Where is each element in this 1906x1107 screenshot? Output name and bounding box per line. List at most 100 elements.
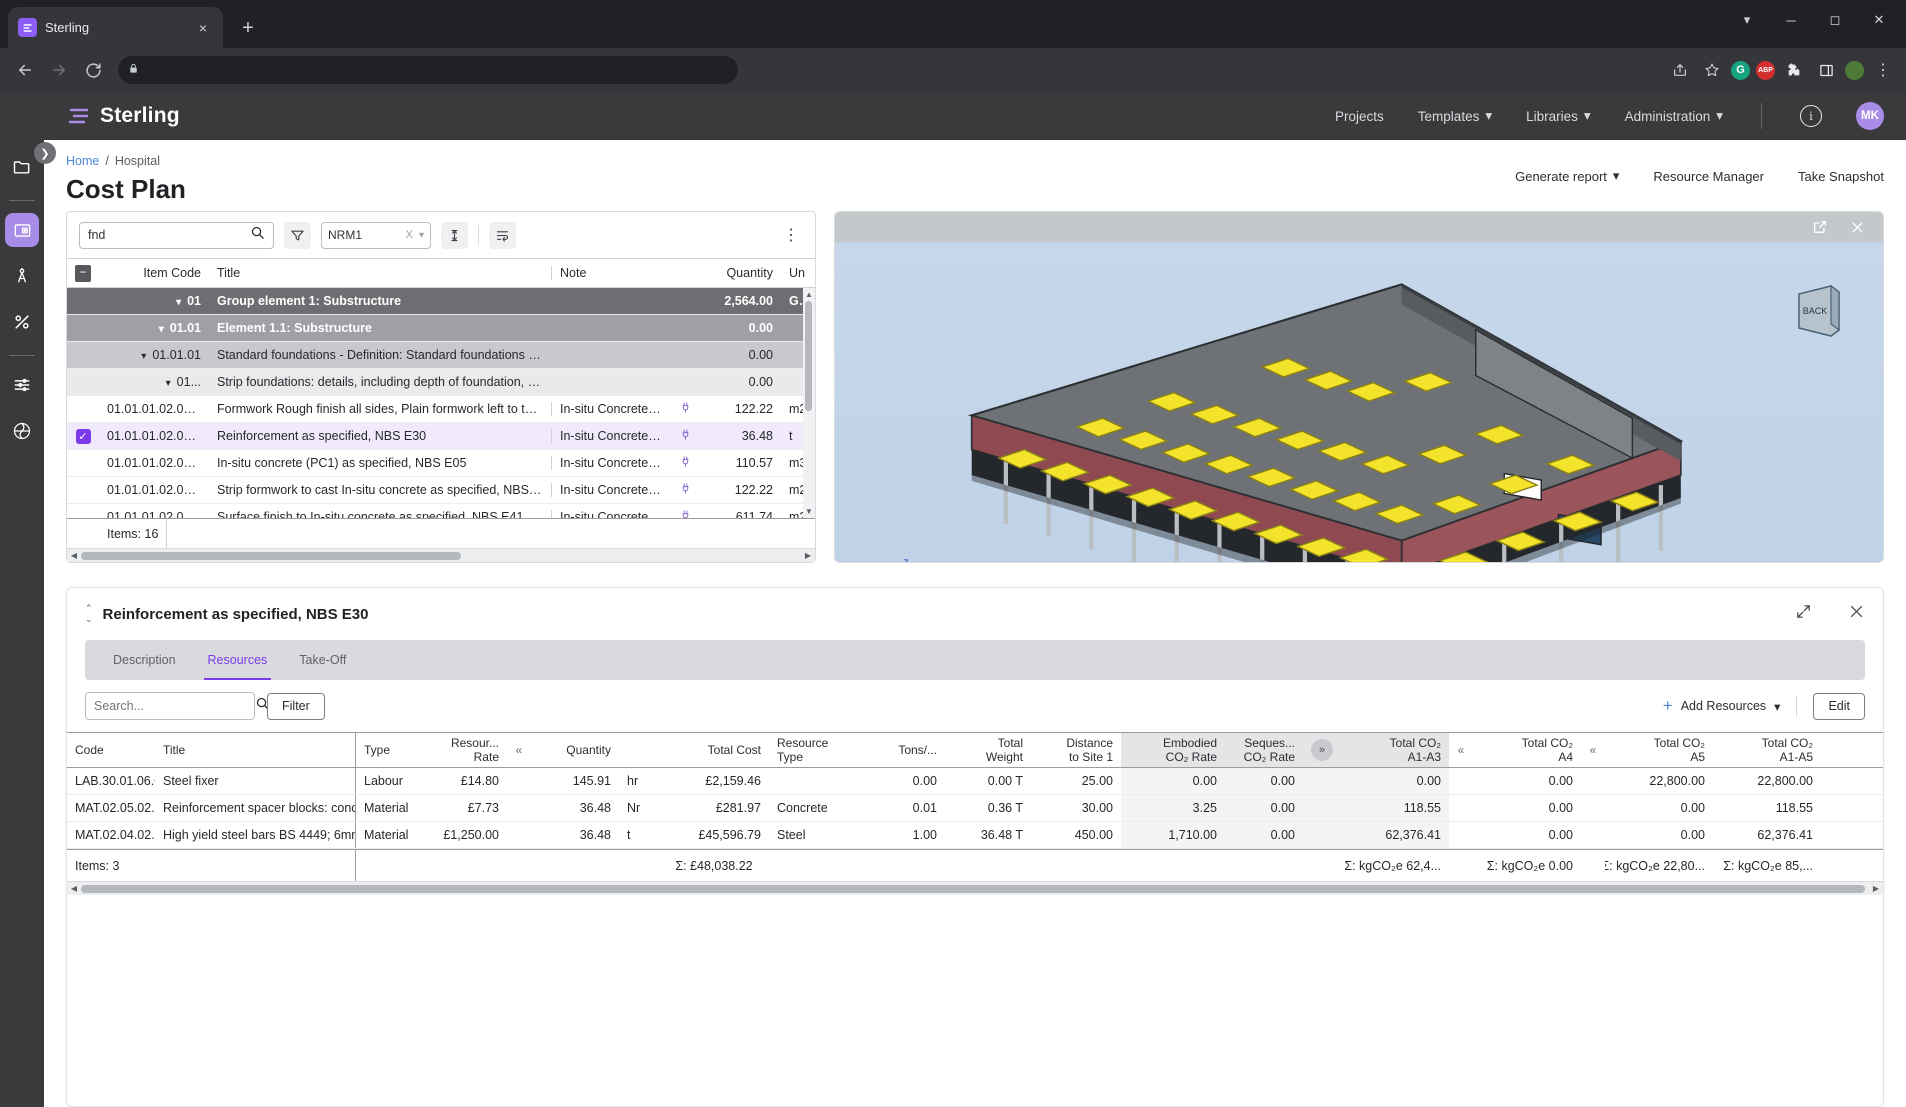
navigation-cube[interactable]: BACK [1791, 280, 1847, 338]
edit-button[interactable]: Edit [1813, 693, 1865, 720]
popout-icon[interactable] [1812, 219, 1828, 235]
grid-horizontal-scrollbar[interactable]: ◀ ▶ [67, 548, 815, 562]
scroll-down-icon[interactable]: ▼ [805, 507, 813, 516]
sidepanel-icon[interactable] [1813, 57, 1839, 83]
chevron-down-icon[interactable]: ▾ [166, 378, 171, 389]
rescol-resource-rate[interactable]: Resour... Rate [417, 733, 507, 767]
rescol-expand-group[interactable]: » [1303, 733, 1341, 767]
rescol-tons[interactable]: Tons/... [859, 733, 945, 767]
breadcrumb-current[interactable]: Hospital [115, 154, 160, 168]
address-bar[interactable] [118, 56, 738, 84]
rescol-unit[interactable] [619, 733, 659, 767]
resources-search-input[interactable] [94, 699, 255, 713]
table-row[interactable]: LAB.30.01.06.0...Steel fixerLabour£14.80… [67, 768, 1883, 795]
resources-search-box[interactable] [85, 692, 255, 720]
text-wrap-button[interactable] [489, 222, 516, 249]
extensions-puzzle-icon[interactable] [1781, 57, 1807, 83]
rescol-total-weight[interactable]: Total Weight [945, 733, 1031, 767]
chevron-down-icon[interactable]: ▾ [141, 351, 146, 362]
breadcrumb-home[interactable]: Home [66, 154, 99, 168]
grid-menu-icon[interactable]: ⋮ [779, 225, 803, 245]
chevron-down-icon[interactable]: ▾ [176, 297, 181, 308]
scroll-right-icon[interactable]: ▶ [801, 551, 815, 560]
rescol-total-co2-a1a3[interactable]: Total CO₂ A1-A3 [1341, 733, 1449, 767]
table-row[interactable]: 01.01.01.02.0170In-situ concrete (PC1) a… [67, 450, 815, 477]
sidebar-item-cost-plan[interactable] [5, 213, 39, 247]
grid-col-item-code[interactable]: Item Code [99, 266, 209, 280]
detail-close-icon[interactable] [1848, 603, 1865, 625]
table-row[interactable]: ▾01.01Element 1.1: Substructure0.00 [67, 315, 815, 342]
forward-icon[interactable] [44, 55, 74, 85]
resource-manager-button[interactable]: Resource Manager [1653, 169, 1764, 184]
rescol-title[interactable]: Title [155, 733, 355, 767]
scroll-left-icon[interactable]: ◀ [67, 551, 81, 560]
collapse-all-button[interactable]: − [67, 265, 99, 282]
brand[interactable]: Sterling [66, 104, 180, 128]
nav-templates[interactable]: Templates ▾ [1418, 108, 1492, 124]
window-minimize-icon[interactable]: ─ [1770, 3, 1812, 37]
nav-administration[interactable]: Administration ▾ [1625, 108, 1723, 124]
sidebar-item-settings[interactable] [5, 368, 39, 402]
rescol-total-co2-a1a5[interactable]: Total CO₂ A1-A5 [1713, 733, 1821, 767]
browser-tab[interactable]: Sterling × [8, 7, 223, 48]
add-resources-button[interactable]: + Add Resources ▾ [1663, 699, 1781, 714]
rescol-total-cost[interactable]: Total Cost [659, 733, 769, 767]
resources-horizontal-scrollbar[interactable]: ◀ ▶ [67, 881, 1883, 895]
stepper-prev-icon[interactable]: ⌃ [85, 603, 93, 614]
rescol-collapse-1[interactable]: « [507, 733, 531, 767]
table-row[interactable]: 01.01.01.02.0190Surface finish to In-sit… [67, 504, 815, 518]
rescol-embodied-co2-rate[interactable]: Embodied CO₂ Rate [1121, 733, 1225, 767]
filter-button[interactable] [284, 222, 311, 249]
share-icon[interactable] [1667, 57, 1693, 83]
detail-stepper[interactable]: ⌃ ⌄ [85, 603, 93, 625]
table-row[interactable]: ▾01...Strip foundations: details, includ… [67, 369, 815, 396]
row-checkbox[interactable]: ✓ [67, 429, 99, 444]
scroll-right-icon[interactable]: ▶ [1869, 884, 1883, 893]
rescol-distance[interactable]: Distance to Site 1 [1031, 733, 1121, 767]
rescol-resource-type[interactable]: Resource Type [769, 733, 859, 767]
table-row[interactable]: 01.01.01.02.0150Formwork Rough finish al… [67, 396, 815, 423]
sidebar-expand-icon[interactable]: ❯ [34, 142, 56, 164]
grammarly-extension-icon[interactable]: G [1731, 61, 1750, 80]
grid-vertical-scrollbar[interactable]: ▲ ▼ [803, 288, 815, 518]
expand-columns-icon[interactable]: » [1311, 739, 1333, 761]
grid-col-title[interactable]: Title [209, 266, 551, 280]
tab-description[interactable]: Description [97, 640, 192, 680]
grid-col-quantity[interactable]: Quantity [699, 266, 781, 280]
back-icon[interactable] [10, 55, 40, 85]
adblock-extension-icon[interactable]: ABP [1756, 61, 1775, 80]
rescol-code[interactable]: Code [67, 733, 155, 767]
clear-icon[interactable]: X [406, 229, 413, 241]
tab-take-off[interactable]: Take-Off [283, 640, 362, 680]
rescol-sequestered-co2-rate[interactable]: Seques... CO₂ Rate [1225, 733, 1303, 767]
profile-avatar-icon[interactable] [1845, 61, 1864, 80]
scroll-left-icon[interactable]: ◀ [67, 884, 81, 893]
nav-projects[interactable]: Projects [1335, 109, 1384, 124]
classification-select[interactable]: NRM1 X ▾ [321, 222, 431, 249]
grid-col-unit[interactable]: Un [781, 266, 815, 280]
window-chevron-icon[interactable]: ▾ [1726, 3, 1768, 37]
chevron-down-icon[interactable]: ▾ [419, 230, 424, 241]
viewer-canvas[interactable]: BACK Z Y X [835, 242, 1883, 563]
table-row[interactable]: 01.01.01.02.0180Strip formwork to cast I… [67, 477, 815, 504]
search-icon[interactable] [250, 225, 265, 245]
row-height-button[interactable] [441, 222, 468, 249]
sidebar-item-measure[interactable] [5, 259, 39, 293]
table-row[interactable]: ▾01.01.01Standard foundations - Definiti… [67, 342, 815, 369]
viewer-close-icon[interactable] [1850, 220, 1865, 235]
generate-report-button[interactable]: Generate report ▾ [1515, 168, 1619, 184]
rescol-quantity[interactable]: Quantity [531, 733, 619, 767]
chevron-down-icon[interactable]: ▾ [159, 324, 164, 335]
tab-resources[interactable]: Resources [192, 640, 284, 680]
tab-close-icon[interactable]: × [193, 18, 213, 38]
rescol-collapse-3[interactable]: « [1581, 733, 1605, 767]
filter-button[interactable]: Filter [267, 693, 325, 720]
nav-libraries[interactable]: Libraries ▾ [1526, 108, 1591, 124]
reload-icon[interactable] [78, 55, 108, 85]
bookmark-star-icon[interactable] [1699, 57, 1725, 83]
take-snapshot-button[interactable]: Take Snapshot [1798, 169, 1884, 184]
grid-col-note[interactable]: Note [551, 266, 671, 280]
stepper-next-icon[interactable]: ⌄ [85, 614, 93, 625]
scroll-up-icon[interactable]: ▲ [805, 290, 813, 299]
grid-search-input[interactable] [88, 228, 250, 242]
